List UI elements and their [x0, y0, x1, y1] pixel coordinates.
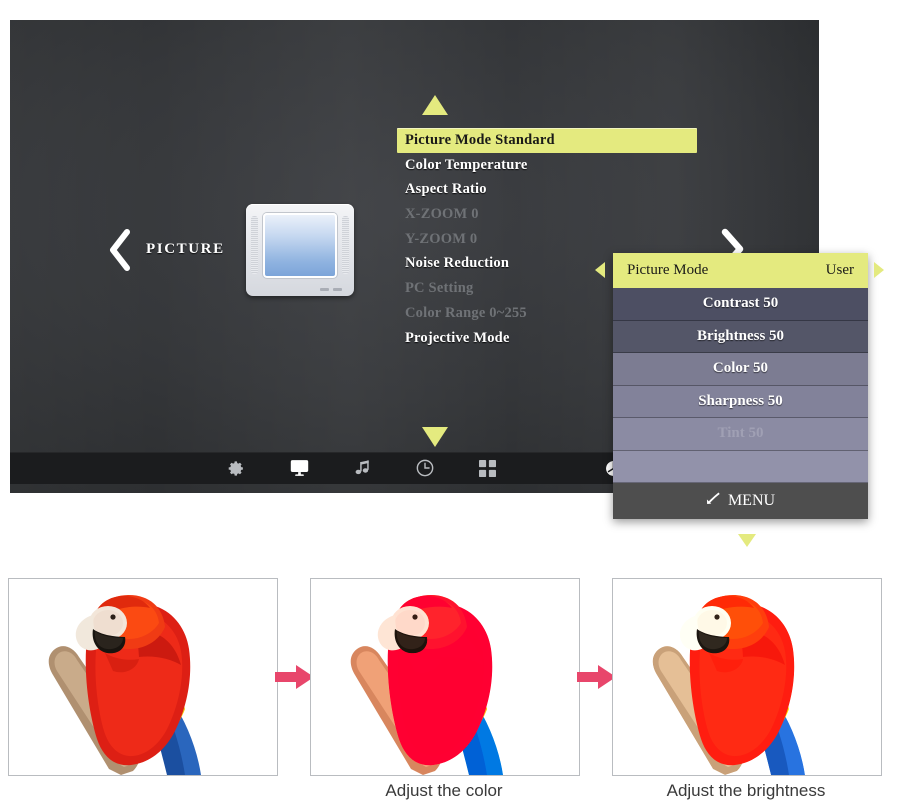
- music-note-icon[interactable]: [342, 452, 382, 484]
- parrot-image-original: [9, 579, 277, 775]
- menu-item-y-zoom: Y-ZOOM 0: [405, 230, 478, 247]
- submenu-row-brightness[interactable]: Brightness 50: [613, 320, 868, 353]
- display-monitor-icon[interactable]: [279, 452, 319, 484]
- parrot-card-brightness-adjusted: [612, 578, 882, 776]
- caption-adjust-color: Adjust the color: [385, 781, 503, 800]
- tv-screen-area: [263, 213, 337, 278]
- submenu-row-tint: Tint 50: [613, 418, 868, 451]
- menu-item-x-zoom: X-ZOOM 0: [405, 206, 479, 223]
- picture-mode-submenu: Picture Mode User Contrast 50 Brightness…: [613, 253, 868, 519]
- triangle-down-icon-submenu[interactable]: [738, 534, 756, 547]
- tv-speaker-left: [251, 216, 258, 274]
- caption-adjust-brightness: Adjust the brightness: [666, 781, 826, 800]
- triangle-up-icon[interactable]: [422, 95, 448, 115]
- submenu-row-color[interactable]: Color 50: [613, 353, 868, 386]
- category-title: PICTURE: [146, 241, 225, 257]
- submenu-row-contrast[interactable]: Contrast 50: [613, 288, 868, 321]
- clock-icon[interactable]: [405, 452, 445, 484]
- triangle-down-icon[interactable]: [422, 427, 448, 447]
- tv-speaker-right: [342, 216, 349, 274]
- parrot-image-saturated: [311, 579, 579, 775]
- right-arrow-icon: [275, 664, 315, 690]
- menu-item-aspect-ratio[interactable]: Aspect Ratio: [397, 177, 697, 202]
- parrot-card-color-adjusted: [310, 578, 580, 776]
- back-arrow-icon: [706, 483, 721, 519]
- submenu-header-value: User: [825, 262, 854, 278]
- tv-button-1: [320, 288, 329, 291]
- triangle-right-icon[interactable]: [874, 262, 884, 278]
- parrot-card-original: [8, 578, 278, 776]
- apps-grid-icon[interactable]: [467, 452, 507, 484]
- settings-gear-icon[interactable]: [216, 452, 256, 484]
- tv-button-2: [333, 288, 342, 291]
- tv-monitor-icon: [246, 204, 354, 296]
- menu-item-color-temperature[interactable]: Color Temperature: [397, 153, 697, 178]
- comparison-strip: Adjust the color Adjust the brightness: [0, 578, 900, 811]
- chevron-left-icon[interactable]: [105, 228, 135, 272]
- triangle-left-icon[interactable]: [595, 262, 605, 278]
- submenu-menu-label: MENU: [727, 492, 776, 509]
- menu-item-picture-mode[interactable]: Picture Mode Standard: [397, 128, 697, 153]
- submenu-row-empty: [613, 450, 868, 483]
- submenu-row-sharpness[interactable]: Sharpness 50: [613, 385, 868, 418]
- submenu-header-title: Picture Mode: [627, 262, 709, 278]
- parrot-image-brightened: [613, 579, 881, 775]
- submenu-header[interactable]: Picture Mode User: [613, 253, 868, 288]
- right-arrow-icon: [577, 664, 617, 690]
- submenu-menu-button[interactable]: MENU: [613, 483, 868, 519]
